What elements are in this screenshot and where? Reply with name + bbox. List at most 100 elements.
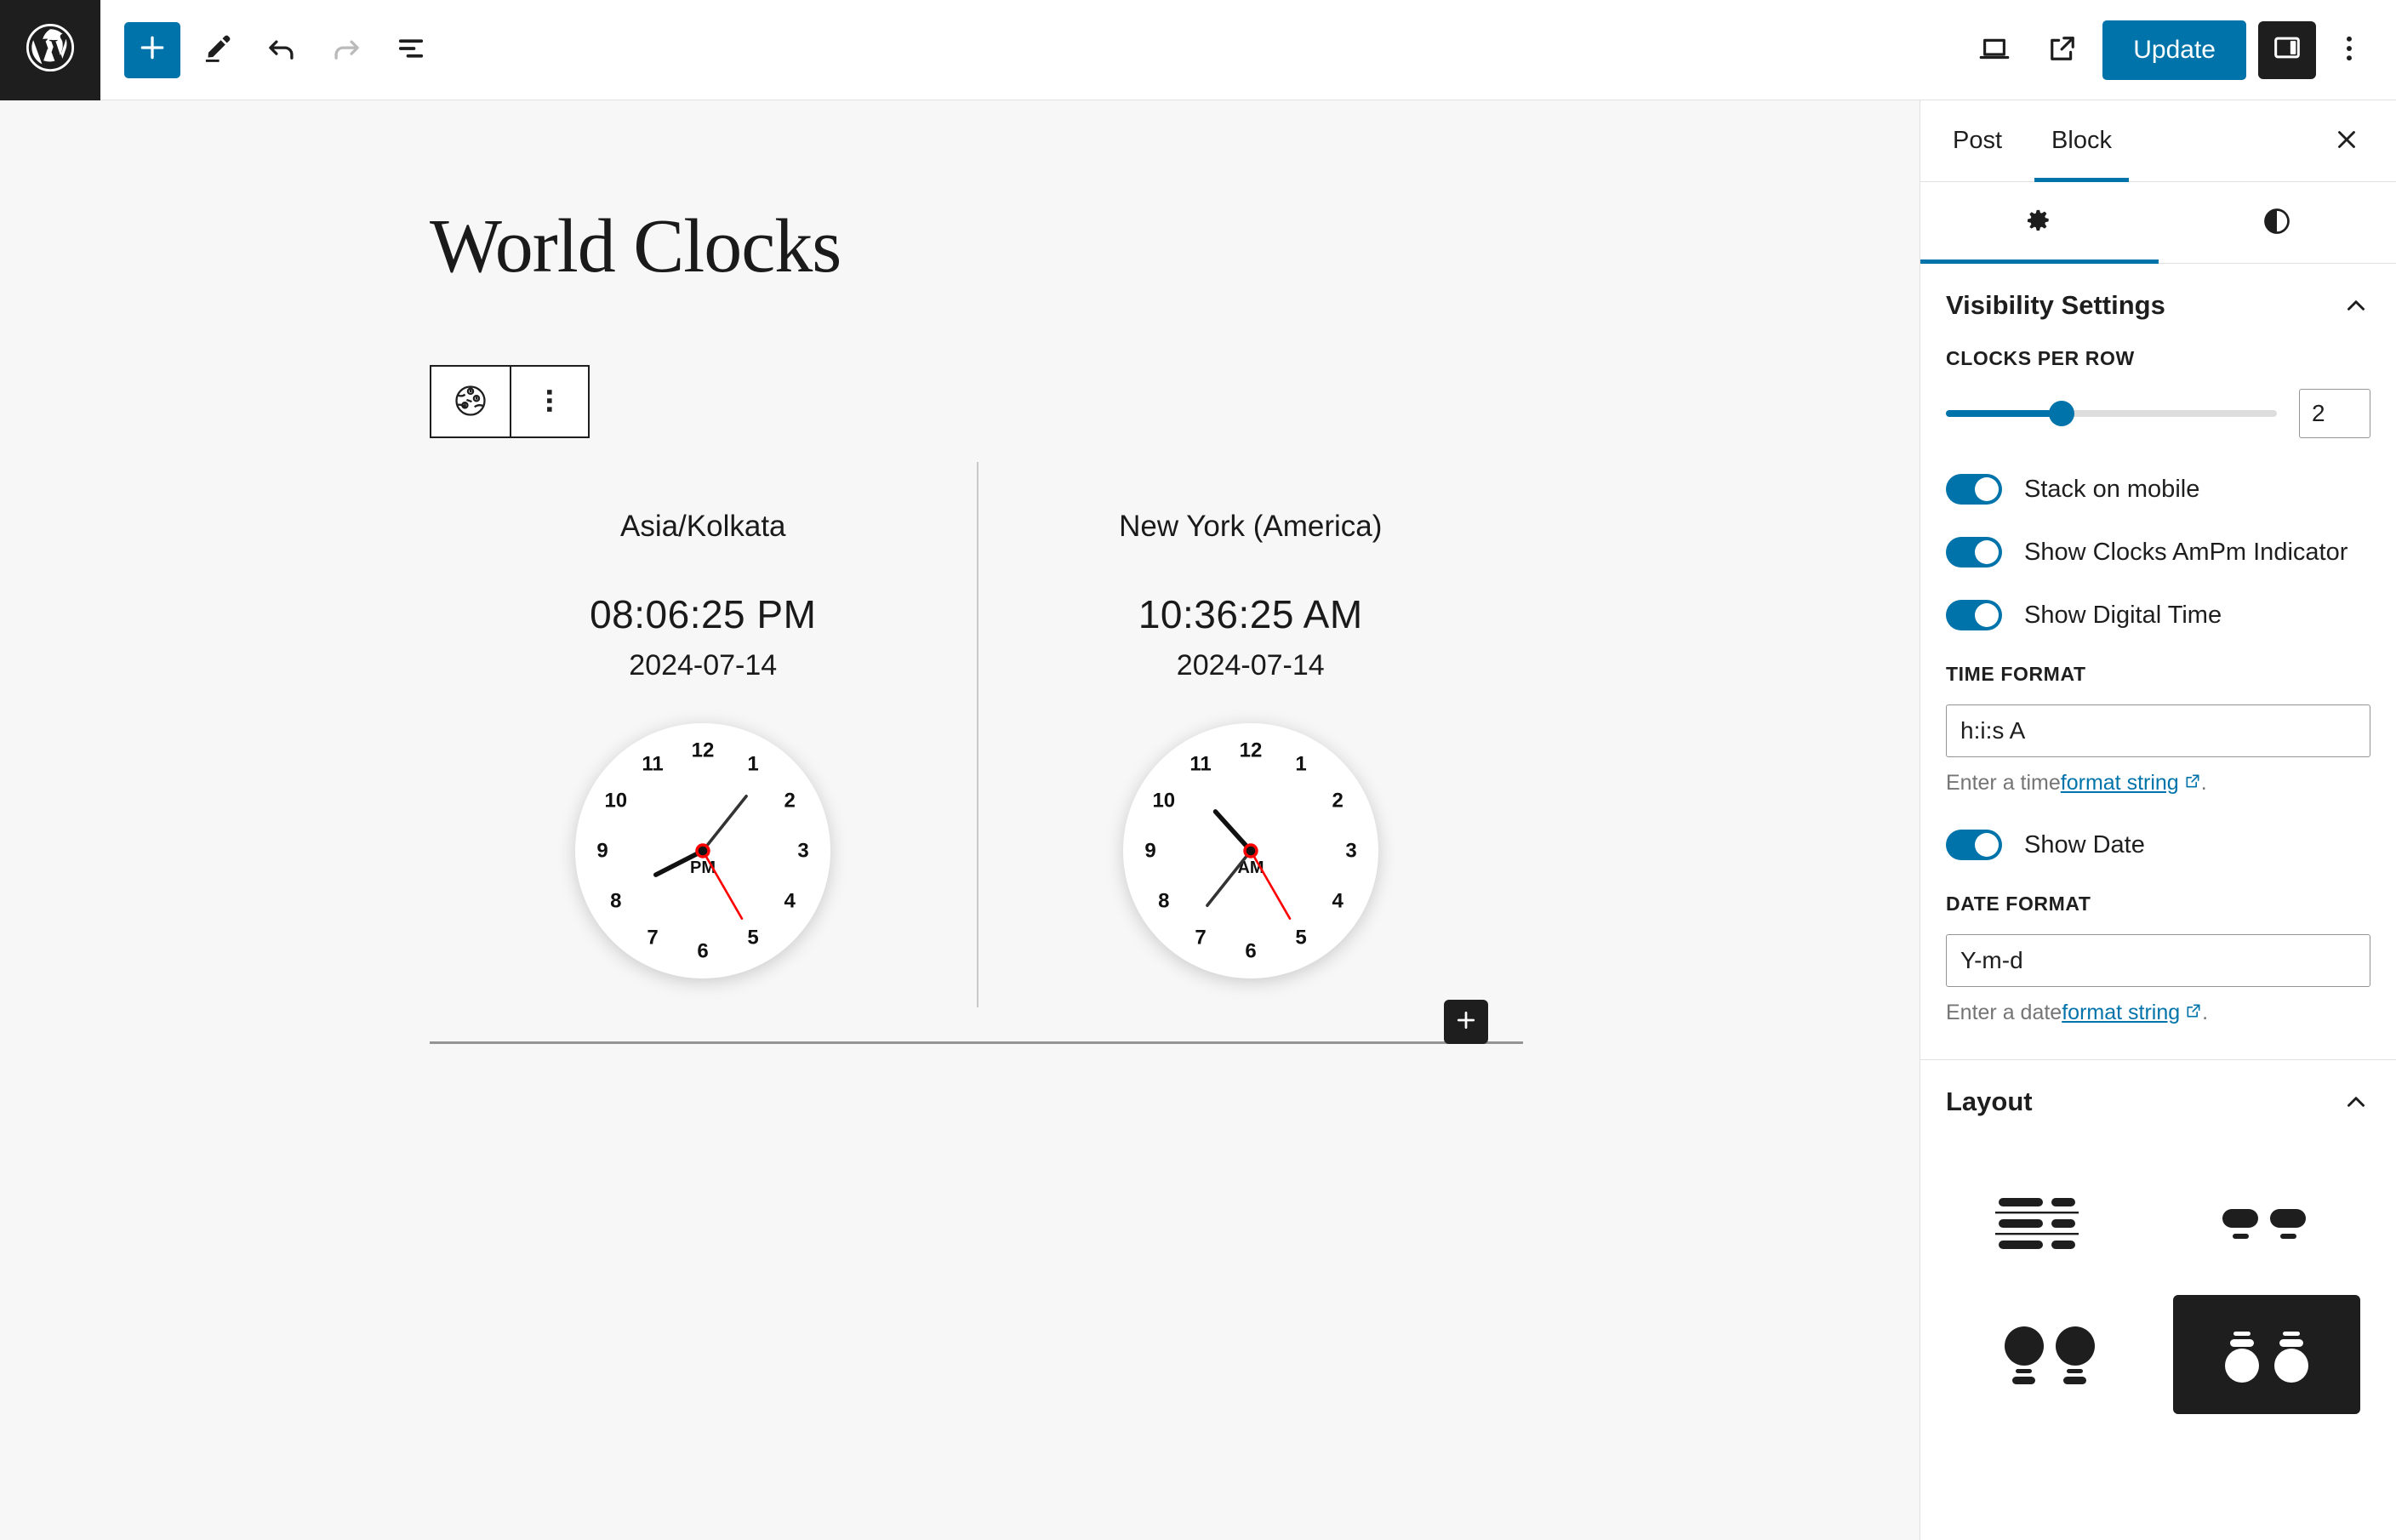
toggle-knob <box>1975 833 1999 857</box>
time-format-help-prefix: Enter a time <box>1946 771 2061 795</box>
clock-timezone-label: Asia/Kolkata <box>619 510 786 543</box>
document-overview-button[interactable] <box>383 22 439 78</box>
close-sidebar-button[interactable] <box>2321 100 2372 181</box>
layout-option-circles-dark[interactable] <box>2172 1295 2360 1414</box>
add-block-button[interactable] <box>124 21 180 78</box>
chevron-up-icon[interactable] <box>2342 291 2370 320</box>
clock-hands-and-numerals: 121234567891011 PM <box>597 739 809 963</box>
layout-option-rows-list[interactable] <box>1956 1167 2143 1286</box>
time-format-input[interactable]: h:i:s A <box>1946 704 2370 757</box>
panel-title: Layout <box>1946 1087 2033 1116</box>
slider-thumb[interactable] <box>2049 401 2075 426</box>
settings-sidebar-toggle-button[interactable] <box>2258 20 2316 79</box>
top-bar-right-tools: Update <box>1966 20 2396 80</box>
clocks-row: Asia/Kolkata 08:06:25 PM 2024-07-14 12 1 2… <box>430 462 1523 1007</box>
analog-clock: 12 1 2 3 4 5 6 7 8 9 10 11 PM <box>575 723 831 978</box>
date-format-help: Enter a date format string . <box>1946 1001 2370 1025</box>
clock-numeral: 3 <box>1345 840 1356 863</box>
gear-icon <box>2024 206 2055 239</box>
block-type-button[interactable] <box>431 367 510 436</box>
list-view-icon <box>393 31 429 69</box>
world-clock-globe-icon <box>452 382 489 422</box>
date-format-label: DATE FORMAT <box>1946 893 2091 915</box>
clock-item: Asia/Kolkata 08:06:25 PM 2024-07-14 12 1 2… <box>430 462 977 1007</box>
show-digital-time-toggle[interactable] <box>1946 600 2002 630</box>
time-format-help-link-text: format string <box>2060 771 2179 795</box>
clock-digital-date: 2024-07-14 <box>1176 649 1325 682</box>
clock-numeral: 5 <box>748 927 759 950</box>
sidebar-icon-tab-bar <box>1920 182 2396 264</box>
wordpress-logo-button[interactable] <box>0 0 100 100</box>
redo-arrow-icon <box>328 31 364 69</box>
undo-arrow-icon <box>264 31 300 69</box>
layout-rows-list-icon <box>1995 1198 2079 1249</box>
clock-numeral: 6 <box>1245 940 1256 963</box>
clock-hands-and-numerals: 121234567891011 AM <box>1144 739 1356 963</box>
block-options-button[interactable] <box>510 367 588 436</box>
clock-numeral: 1 <box>1295 752 1306 775</box>
tab-block[interactable]: Block <box>2034 100 2129 182</box>
clock-item: New York (America) 10:36:25 AM 2024-07-1… <box>976 462 1524 1007</box>
view-post-button[interactable] <box>2034 22 2091 78</box>
tab-styles[interactable] <box>2159 182 2396 263</box>
stack-on-mobile-label: Stack on mobile <box>2024 475 2200 503</box>
block-appender-button[interactable] <box>1444 1000 1488 1044</box>
world-clocks-block[interactable]: Asia/Kolkata 08:06:25 PM 2024-07-14 12 1 2… <box>430 462 1523 1007</box>
time-format-help-link[interactable]: format string <box>2061 771 2201 796</box>
post-title[interactable]: World Clocks <box>430 202 841 290</box>
clock-numeral: 8 <box>1158 890 1169 913</box>
stack-on-mobile-toggle[interactable] <box>1946 474 2002 505</box>
clock-numeral: 5 <box>1295 927 1306 950</box>
clock-numeral: 1 <box>748 752 759 775</box>
preview-button[interactable] <box>1966 22 2022 78</box>
layout-panel-header[interactable]: Layout <box>1946 1060 2370 1144</box>
date-format-input[interactable]: Y-m-d <box>1946 934 2370 987</box>
clocks-per-row-slider[interactable] <box>1946 401 2277 426</box>
slider-fill <box>1946 410 2062 417</box>
clock-digital-time: 10:36:25 AM <box>1138 592 1363 636</box>
visibility-settings-panel: Visibility Settings CLOCKS PER ROW 2 Sta… <box>1920 264 2396 1025</box>
clock-numeral: 9 <box>597 840 608 863</box>
more-options-button[interactable] <box>2328 22 2370 78</box>
layout-option-circles-light[interactable] <box>1956 1295 2143 1414</box>
tools-edit-button[interactable] <box>189 22 245 78</box>
layout-option-pills-inline[interactable] <box>2173 1167 2360 1286</box>
second-hand <box>701 849 744 920</box>
clocks-per-row-input[interactable]: 2 <box>2299 389 2370 438</box>
editor-canvas: World Clocks Asia/Kolkata 08:06:25 PM 20… <box>0 100 1920 1540</box>
date-format-help-link[interactable]: format string <box>2062 1001 2202 1025</box>
layout-pills-inline-icon <box>2222 1209 2306 1239</box>
undo-button[interactable] <box>254 22 310 78</box>
show-date-label: Show Date <box>2024 830 2145 858</box>
show-digital-time-row: Show Digital Time <box>1946 600 2370 630</box>
clock-numeral: 10 <box>605 790 628 813</box>
visibility-settings-panel-header[interactable]: Visibility Settings <box>1946 264 2370 347</box>
minute-hand <box>701 795 749 853</box>
clock-numeral: 11 <box>1189 752 1211 775</box>
show-ampm-indicator-row: Show Clocks AmPm Indicator <box>1946 537 2370 568</box>
show-date-toggle[interactable] <box>1946 830 2002 860</box>
layout-circles-dark-icon <box>2210 1318 2323 1391</box>
top-bar-left-tools <box>100 21 439 78</box>
update-button[interactable]: Update <box>2102 20 2246 80</box>
external-link-small-icon <box>2184 771 2201 796</box>
show-ampm-indicator-toggle[interactable] <box>1946 537 2002 568</box>
toggle-knob <box>1975 540 1999 564</box>
clocks-per-row-label: CLOCKS PER ROW <box>1946 347 2135 369</box>
date-format-help-link-text: format string <box>2062 1001 2181 1024</box>
redo-button[interactable] <box>318 22 374 78</box>
plus-icon <box>135 31 169 69</box>
clock-timezone-label: New York (America) <box>1119 510 1383 543</box>
pencil-icon <box>199 31 235 69</box>
tab-post[interactable]: Post <box>1936 100 2019 181</box>
clock-numeral: 4 <box>784 890 796 913</box>
laptop-icon <box>1977 31 2012 69</box>
clock-center-dot <box>1243 843 1258 858</box>
block-toolbar <box>430 365 590 438</box>
clock-center-dot <box>695 843 710 858</box>
chevron-up-icon[interactable] <box>2342 1087 2370 1116</box>
clock-digital-date: 2024-07-14 <box>629 649 778 682</box>
tab-settings[interactable] <box>1920 182 2159 264</box>
close-x-icon <box>2332 125 2361 157</box>
clock-numeral: 9 <box>1144 840 1155 863</box>
